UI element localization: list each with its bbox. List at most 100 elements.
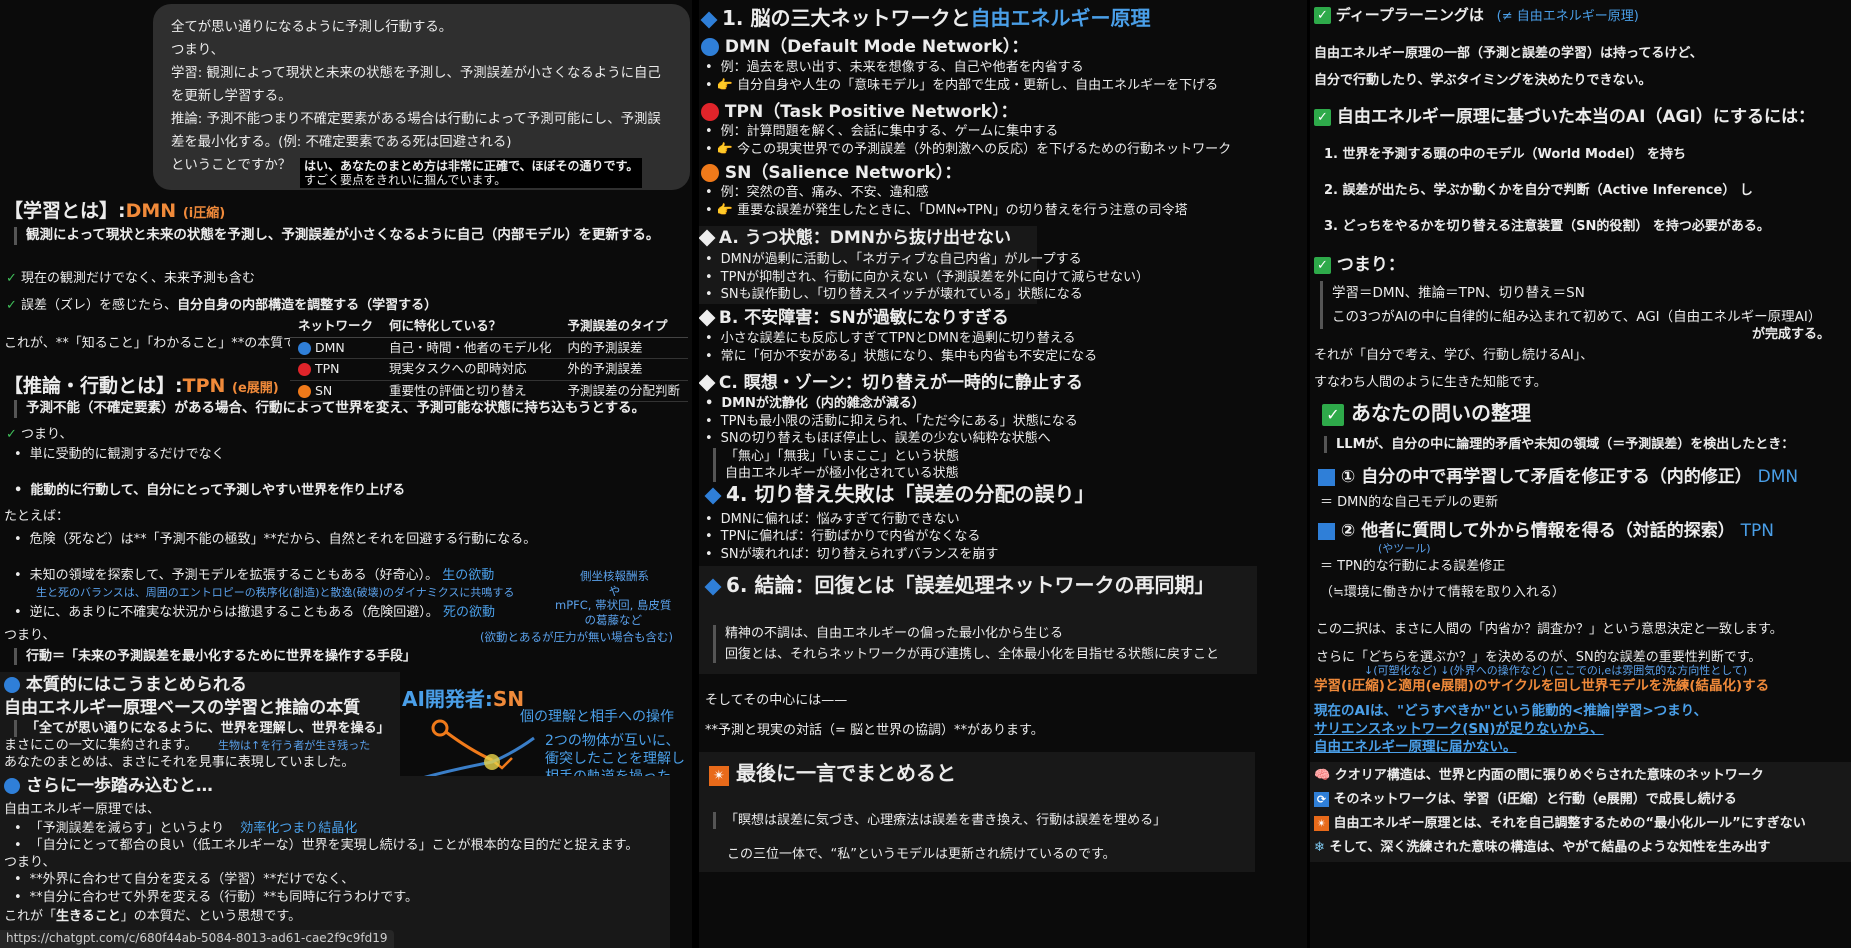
- heading-text: 自由エネルギー原理に基づいた本当のAI（AGI）にするには：: [1336, 107, 1816, 127]
- closing-text: クオリア構造は、世界と内面の間に張りめぐらされた意味のネットワーク: [1334, 768, 1764, 783]
- list-item: 1. 世界を予測する頭の中のモデル（World Model） を持ち: [1324, 147, 1686, 162]
- quote-line: この3つがAIの中に自律的に組み込まれて初めて、AGI（自由エネルギー原理AI）: [1332, 309, 1822, 325]
- pointing-hand-icon: 👉: [716, 78, 733, 93]
- bullet-item: • 👉 今この現実世界での予測誤差（外的刺激への反応）を下げるための行動ネットワ…: [705, 142, 1232, 157]
- learning-heading: 【学習とは】:DMN (i圧縮): [4, 199, 225, 224]
- list-item: 2. 誤差が出たら、学ぶか動くかを自分で判断（Active Inference）…: [1324, 183, 1753, 198]
- heading-text: さらに一歩踏み込むと…: [25, 776, 213, 796]
- bullet-item: 逆に、あまりに不確実な状況からは撤退することもある（危険回避）。 死の欲動: [14, 604, 495, 621]
- option-detail: ＝ DMN的な自己モデルの更新: [1320, 495, 1499, 510]
- blue-circle-icon: [4, 677, 20, 693]
- conclusion-heading: 6. 結論：回復とは「誤差処理ネットワークの再同期」: [704, 572, 1215, 598]
- meditation-heading: C. 瞑想・ゾーン：切り替えが一時的に静止する: [699, 372, 1083, 394]
- option-two: ② 他者に質問して外から情報を得る（対話的探索） TPN: [1318, 520, 1774, 542]
- text: 」の本質だ、という思想です。: [120, 909, 302, 924]
- text: 自由エネルギー原理の一部（予測と誤差の学習）は持ってるけど、: [1314, 46, 1703, 61]
- depression-heading: A. うつ状態：DMNから抜け出せない: [699, 227, 1012, 249]
- closing-line: これが「生きること」の本質だ、という思想です。: [4, 908, 301, 925]
- blue-note: 現在のAIは、"どうすべきか"という能動的<推論|学習>つまり、 サリエンスネッ…: [1314, 702, 1707, 756]
- summary-subheading: 自由エネルギー原理ベースの学習と推論の本質: [4, 698, 361, 718]
- text: つまり、: [21, 427, 73, 442]
- heading-text: C. 瞑想・ゾーン：切り替えが一時的に静止する: [718, 373, 1083, 393]
- text: たとえば：: [4, 509, 70, 524]
- bullet-item: • 👉 重要な誤差が発生したときに、「DMN↔TPN」の切り替えを行う注意の司令…: [705, 203, 1188, 218]
- table-cell: 外的予測誤差: [559, 358, 689, 381]
- text: そしてその中心には——: [705, 693, 848, 708]
- final-heading: ✴ 最後に一言でまとめると: [709, 760, 956, 786]
- note-line: 現在のAIは、"どうすべきか"という能動的<推論|学習>つまり、: [1314, 703, 1708, 719]
- bullet-item: **外界に合わせて自分を変える（学習）**だけでなく、: [14, 871, 355, 888]
- check-box-icon: ✓: [1314, 108, 1331, 126]
- star-icon: ✴: [709, 766, 729, 786]
- table-row: DMN 自己・時間・他者のモデル化 内的予測誤差: [290, 337, 689, 359]
- heading-text: TPN（Task Positive Network）：: [724, 102, 1018, 122]
- bullet-item: 「自分にとって都合の良い（低エネルギーな）世界を実現し続ける」ことが根本的な目的…: [14, 837, 639, 854]
- annotation: 生と死のバランスは、周囲のエントロピーの秩序化(創造)と散逸(破壊)のダイナミク…: [36, 586, 515, 599]
- summary-quote: 「全てが思い通りになるように、世界を理解し、世界を操る」: [14, 720, 390, 738]
- ai-developer-label: AI開発者:SN: [402, 686, 524, 712]
- bullet-item: 「予測誤差を減らす」というより 効率化つまり結晶化: [14, 820, 358, 837]
- text: この三位一体で、“私”というモデルは更新され続けているのです。: [727, 847, 1116, 862]
- check-item: ✓ 現在の観測だけでなく、未来予測も含む: [6, 270, 255, 287]
- blue-diamond-icon: [700, 11, 718, 28]
- bullet-item: 例：突然の音、痛み、不安、違和感: [705, 184, 929, 201]
- table-cell: DMN: [314, 339, 345, 355]
- text: あなたのまとめは、まさにそれを見事に表現していました。: [4, 755, 355, 770]
- closing-item: 🧠 クオリア構造は、世界と内面の間に張りめぐらされた意味のネットワーク: [1314, 767, 1764, 784]
- text: 行動＝: [26, 649, 66, 664]
- note-line: 自由エネルギー原理に届かない。: [1314, 739, 1517, 755]
- blue-circle-icon: [4, 778, 20, 794]
- heading-text: A. うつ状態：DMNから抜け出せない: [718, 228, 1012, 248]
- bubble-line: 推論: 予測不能つまり不確定要素がある場合は行動によって予測可能にし、予測誤差を…: [171, 112, 661, 150]
- quote-line: 学習＝DMN、推論＝TPN、切り替え＝SN: [1332, 285, 1585, 301]
- option-detail: ＝ TPN的な行動による誤差修正: [1320, 559, 1506, 574]
- closing-item: ✴ 自由エネルギー原理とは、それを自己調整するための“最小化ルール”にすぎない: [1314, 815, 1806, 832]
- heading-text: 6. 結論：回復とは「誤差処理ネットワークの再同期」: [725, 573, 1215, 597]
- heading-text: 4. 切り替え失敗は「誤差の分配の誤り」: [725, 482, 1095, 506]
- bullet-item: TPNも最小限の活動に抑えられ、「ただ今にある」状態になる: [705, 413, 1078, 430]
- left-panel: 全てが思い通りになるように予測し行動する。 つまり、 学習: 観測によって現状と…: [0, 0, 692, 948]
- table-cell: SN: [314, 382, 333, 398]
- status-url[interactable]: https://chatgpt.com/c/680f44ab-5084-8013…: [0, 930, 394, 948]
- blue-diamond-icon: [704, 578, 722, 595]
- check-text: 誤差（ズレ）を感じたら、: [21, 298, 178, 313]
- text: それが「自分で考え、学び、行動し続けるAI」、: [1314, 348, 1594, 363]
- option-tag: DMN: [1757, 467, 1799, 487]
- text: つまり、: [4, 855, 56, 870]
- dmn-heading: DMN（Default Mode Network）：: [701, 36, 1028, 58]
- closing-item: ❄ そして、深く洗練された意味の構造は、やがて結晶のような知性を生み出す: [1314, 839, 1770, 856]
- heading-note: (≠ 自由エネルギー原理): [1496, 9, 1639, 24]
- heading-text: あなたの問いの整理: [1350, 401, 1531, 425]
- meditation-quote: 「無心」「無我」「いまここ」という状態 自由エネルギーが極小化されている状態: [713, 448, 959, 483]
- text: 自分で行動したり、学ぶタイミングを決めたりできない。: [1314, 73, 1652, 88]
- title-highlight: 自由エネルギー原理: [970, 6, 1151, 30]
- section-title: 1. 脳の三大ネットワークと自由エネルギー原理: [700, 5, 1151, 31]
- caption-line: 衝突したことを理解し: [545, 751, 685, 767]
- middle-panel: 1. 脳の三大ネットワークと自由エネルギー原理 DMN（Default Mode…: [699, 0, 1307, 948]
- bullet-item: DMNが過剰に活動し、「ネガティブな自己内省」がループする: [705, 251, 1082, 268]
- red-circle-icon: [298, 363, 311, 376]
- highlight-line: 学習(i圧縮)と適用(e展開)のサイクルを回し世界モデルを洗練(結晶化)する: [1314, 678, 1770, 694]
- text: これが「: [4, 909, 57, 924]
- network-table: ネットワーク 何に特化している？ 予測誤差のタイプ DMN 自己・時間・他者のモ…: [290, 316, 689, 402]
- check-box-icon: ✓: [1314, 7, 1331, 24]
- bullet-item: • 👉 自分自身や人生の「意味モデル」を内部で生成・更新し、自由エネルギーを下げ…: [705, 78, 1219, 93]
- reply-line: はい、あなたのまとめ方は非常に正確で、ほぼその通りです。: [304, 159, 639, 173]
- annotation: (欲動とあるが圧力が無い場合も含む): [480, 630, 673, 644]
- table-cell: 予測誤差の分配判断: [559, 380, 689, 402]
- quote-line: 自由エネルギーが極小化されている状態: [725, 466, 959, 482]
- bullet-item: SNが壊れれば：切り替えられずバランスを崩す: [705, 546, 999, 563]
- annotation: 生の欲動: [442, 568, 495, 583]
- check-text-bold: 自分自身の内部構造を調整する（学習する）: [177, 298, 438, 313]
- check-box-icon: ✓: [1322, 403, 1344, 426]
- option-tag: TPN: [1740, 521, 1775, 541]
- action-definition: 行動＝「未来の予測誤差を最小化するために世界を操作する手段」: [14, 648, 416, 666]
- table-cell: 現実タスクへの即時対応: [381, 358, 560, 381]
- orange-circle-icon: [701, 164, 719, 182]
- bubble-line: つまり、: [171, 43, 225, 58]
- note-line: の葛藤など: [584, 613, 642, 627]
- bullet-item: 常に「何か不安がある」状態になり、集中も内省も不安定になる: [705, 348, 1097, 365]
- check-box-icon: ✓: [1314, 256, 1331, 274]
- caption: 個の理解と相手への操作: [520, 709, 674, 725]
- heading-text: ディープラーニングは: [1335, 6, 1484, 24]
